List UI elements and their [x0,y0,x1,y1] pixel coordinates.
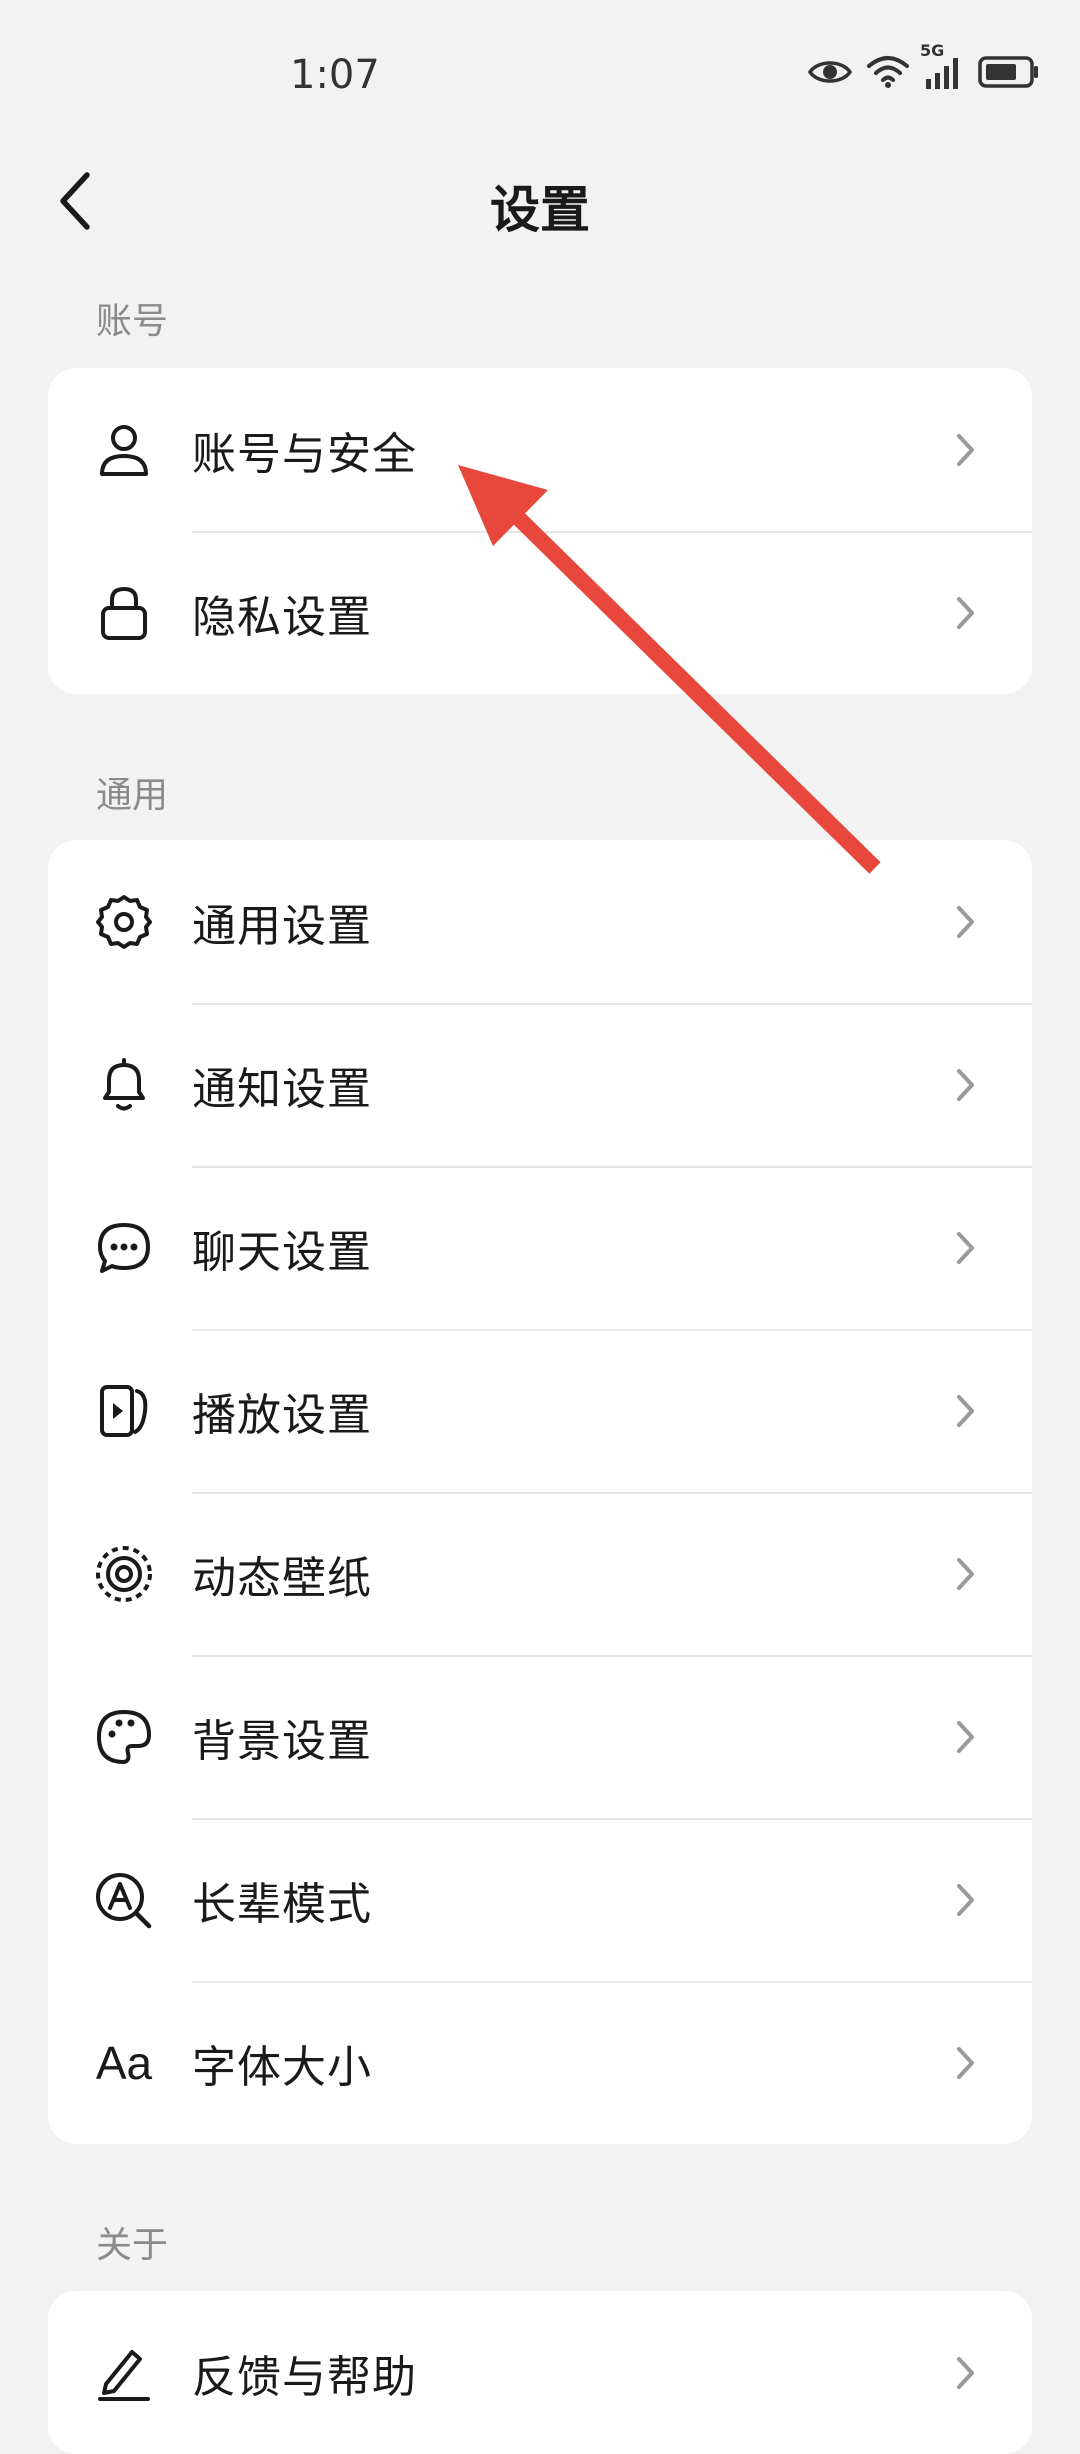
network-label: 5G [920,41,945,60]
chevron-right-icon [950,1228,980,1268]
gear-icon [93,891,155,953]
settings-item-label: 通用设置 [192,900,372,952]
settings-item-notification[interactable]: 通知设置 [48,1003,1032,1166]
settings-item-background[interactable]: 背景设置 [48,1655,1032,1818]
signal-5g-icon: 5G [920,41,964,89]
settings-item-label: 长辈模式 [192,1878,372,1930]
chat-bubble-icon [93,1217,155,1279]
settings-item-label: 聊天设置 [192,1226,372,1278]
settings-item-live-wallpaper[interactable]: 动态壁纸 [48,1492,1032,1655]
card-account: 账号与安全 隐私设置 [48,368,1032,694]
chevron-right-icon [950,430,980,470]
elder-mode-icon [93,1869,155,1931]
settings-item-account-security[interactable]: 账号与安全 [48,368,1032,531]
settings-item-label: 隐私设置 [192,591,372,643]
section-header-account: 账号 [96,301,169,342]
chevron-right-icon [950,593,980,633]
font-size-icon: Aa [93,2032,155,2094]
card-about: 反馈与帮助 [48,2291,1032,2454]
nav-bar: 设置 [0,150,1080,260]
settings-item-chat[interactable]: 聊天设置 [48,1166,1032,1329]
font-size-icon-text: Aa [95,2036,153,2089]
settings-item-general[interactable]: 通用设置 [48,840,1032,1003]
chevron-right-icon [950,1554,980,1594]
eye-icon [808,57,852,87]
status-time: 1:07 [290,52,380,98]
card-general: 通用设置 通知设置 聊天设置 播放设置 动态壁纸 背景设置 长辈模式 Aa 字体… [48,840,1032,2144]
chevron-right-icon [950,2043,980,2083]
chevron-right-icon [950,1391,980,1431]
status-bar: 1:07 5G [0,0,1080,150]
lock-icon [93,582,155,644]
settings-item-elder-mode[interactable]: 长辈模式 [48,1818,1032,1981]
settings-item-label: 字体大小 [192,2041,372,2093]
settings-item-label: 通知设置 [192,1063,372,1115]
battery-icon [978,55,1040,89]
palette-icon [93,1706,155,1768]
user-icon [93,419,155,481]
settings-item-label: 播放设置 [192,1389,372,1441]
play-icon [93,1380,155,1442]
live-wallpaper-icon [93,1543,155,1605]
chevron-right-icon [950,1717,980,1757]
edit-pen-icon [93,2342,155,2404]
section-header-about: 关于 [96,2225,169,2266]
chevron-right-icon [950,1065,980,1105]
settings-item-playback[interactable]: 播放设置 [48,1329,1032,1492]
page-title: 设置 [490,181,590,239]
chevron-right-icon [950,2353,980,2393]
wifi-icon [866,54,910,90]
bell-icon [93,1054,155,1116]
settings-item-font-size[interactable]: Aa 字体大小 [48,1981,1032,2144]
status-icons: 5G [808,41,1040,90]
section-header-general: 通用 [96,775,169,816]
settings-item-label: 反馈与帮助 [192,2351,417,2403]
settings-item-privacy[interactable]: 隐私设置 [48,531,1032,694]
settings-item-label: 背景设置 [192,1715,372,1767]
settings-item-label: 动态壁纸 [192,1552,372,1604]
chevron-right-icon [950,902,980,942]
settings-item-label: 账号与安全 [192,428,417,480]
settings-item-feedback-help[interactable]: 反馈与帮助 [48,2291,1032,2454]
chevron-right-icon [950,1880,980,1920]
